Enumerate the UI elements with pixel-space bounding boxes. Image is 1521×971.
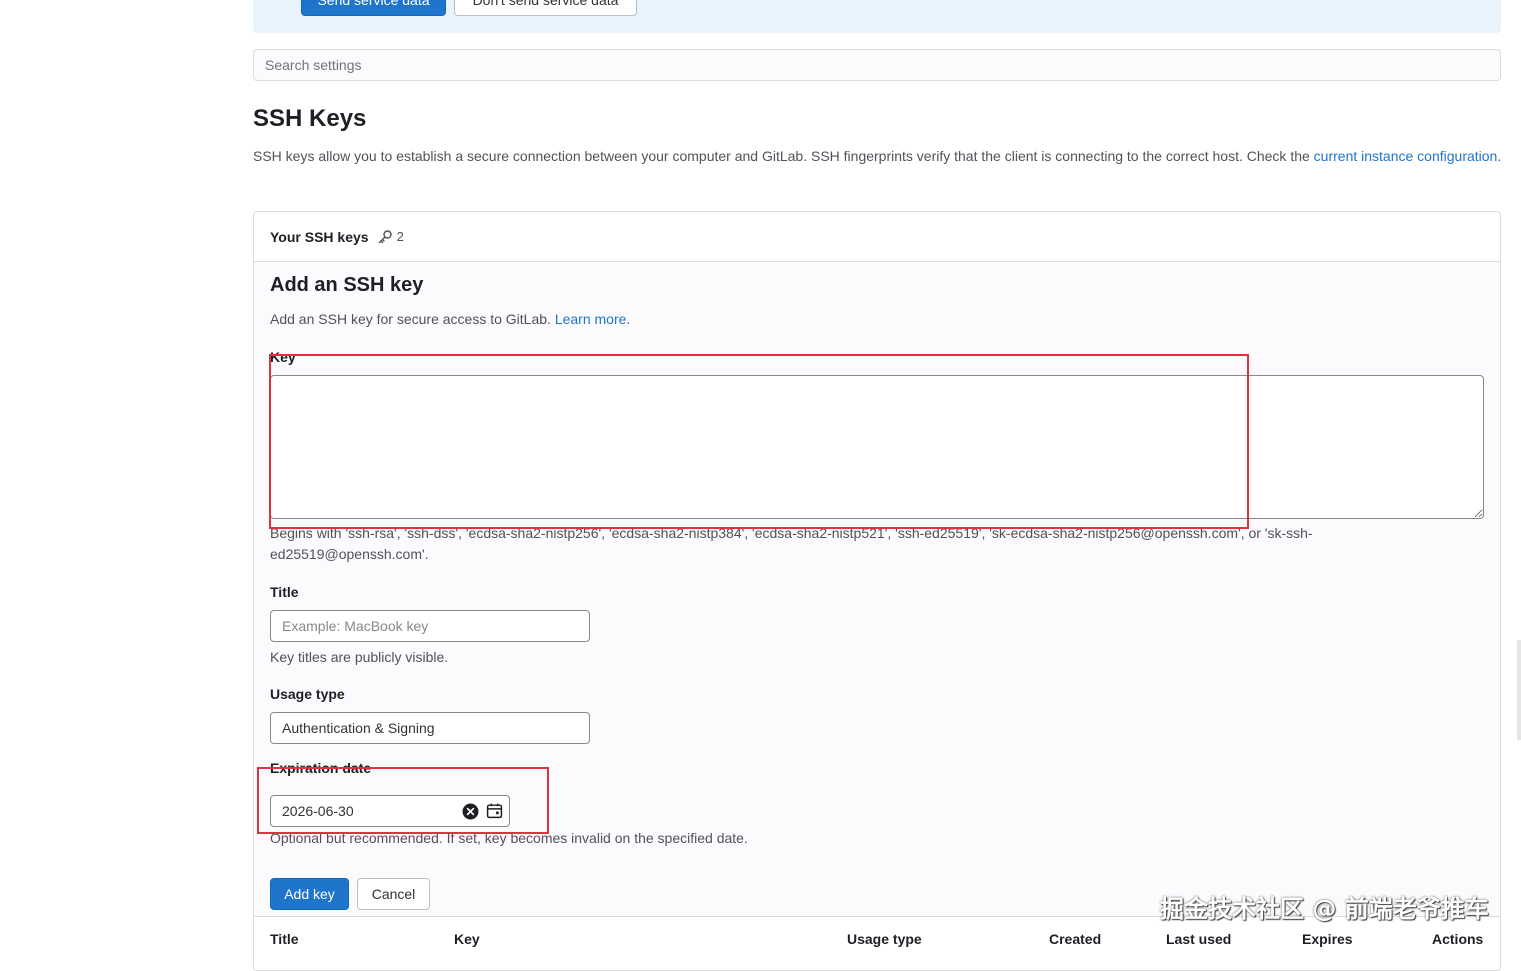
column-title: Title <box>270 931 299 947</box>
column-key: Key <box>454 931 480 947</box>
expiration-date-input[interactable]: 2026-06-30 <box>270 795 510 827</box>
add-desc-text: Add an SSH key for secure access to GitL… <box>270 311 555 327</box>
page-title: SSH Keys <box>253 105 367 132</box>
title-help-text: Key titles are publicly visible. <box>270 649 449 665</box>
service-data-banner: Send service data Don't send service dat… <box>253 0 1501 33</box>
key-label: Key <box>270 349 296 365</box>
card-header: Your SSH keys 2 <box>254 212 1500 262</box>
dont-send-service-data-button[interactable]: Don't send service data <box>454 0 637 16</box>
key-help-text: Begins with 'ssh-rsa', 'ssh-dss', 'ecdsa… <box>270 525 1313 562</box>
send-service-data-button[interactable]: Send service data <box>301 0 446 16</box>
column-usage-type: Usage type <box>847 931 922 947</box>
title-label: Title <box>270 584 299 600</box>
expiration-help-text: Optional but recommended. If set, key be… <box>270 830 748 846</box>
column-actions: Actions <box>1432 931 1484 947</box>
title-input[interactable] <box>270 610 590 642</box>
column-created: Created <box>1049 931 1102 947</box>
key-icon <box>378 229 392 243</box>
add-key-title: Add an SSH key <box>270 274 424 296</box>
page-intro: SSH keys allow you to establish a secure… <box>253 146 1503 167</box>
ssh-keys-card: Your SSH keys 2 Add an SSH key Add an SS… <box>253 211 1501 971</box>
calendar-icon[interactable] <box>486 802 503 819</box>
card-header-title: Your SSH keys <box>270 228 369 245</box>
column-expires: Expires <box>1302 931 1353 947</box>
usage-type-value: Authentication & Signing <box>282 720 435 736</box>
watermark: 掘金技术社区 @ 前端老爷推车 <box>1160 895 1489 923</box>
key-textarea[interactable] <box>270 375 1484 519</box>
intro-text: SSH keys allow you to establish a secure… <box>253 148 1314 164</box>
scrollbar-edge <box>1517 640 1521 740</box>
add-key-description: Add an SSH key for secure access to GitL… <box>270 311 630 327</box>
usage-type-select[interactable]: Authentication & Signing <box>270 712 590 744</box>
usage-type-label: Usage type <box>270 686 345 702</box>
key-count-badge: 2 <box>377 229 404 245</box>
add-key-button[interactable]: Add key <box>270 878 349 910</box>
learn-more-link[interactable]: Learn more <box>555 311 627 327</box>
add-desc-end: . <box>626 311 631 327</box>
clear-circle-icon[interactable] <box>462 803 479 820</box>
column-last-used: Last used <box>1166 931 1232 947</box>
key-count: 2 <box>396 229 404 244</box>
intro-end: . <box>1497 148 1502 164</box>
search-settings-input[interactable] <box>253 49 1501 81</box>
expiration-date-label: Expiration date <box>270 760 372 776</box>
cancel-button[interactable]: Cancel <box>357 878 430 910</box>
expiration-date-value: 2026-06-30 <box>282 803 354 819</box>
current-instance-configuration-link[interactable]: current instance configuration <box>1314 148 1498 164</box>
